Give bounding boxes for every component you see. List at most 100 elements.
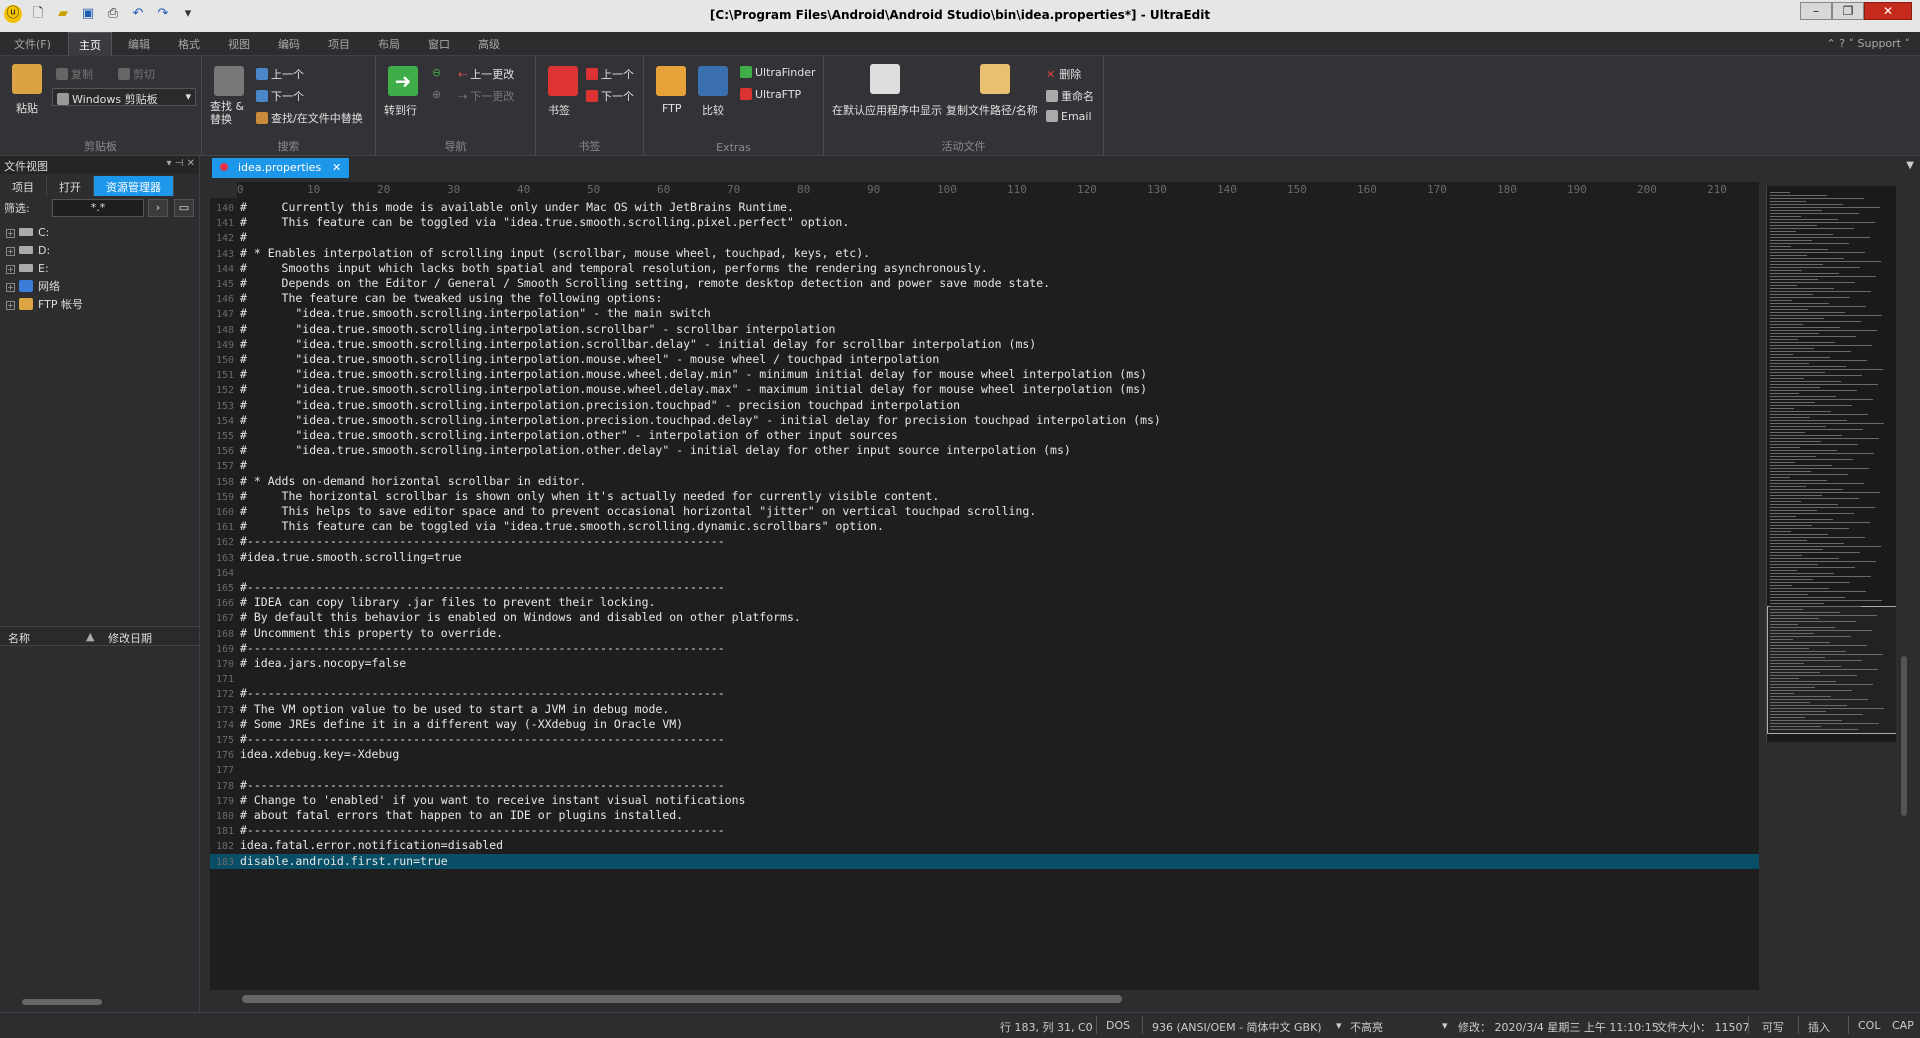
code-line[interactable]: 175 #------------------------------------… [210, 732, 1759, 747]
apply-filter-icon[interactable]: › [148, 199, 168, 217]
tab-window[interactable]: 窗口 [428, 36, 450, 52]
code-line[interactable]: 160 # This helps to save editor space and… [210, 504, 1759, 519]
column-mode[interactable]: COL [1858, 1019, 1880, 1032]
compare-button[interactable]: 比较 [702, 102, 724, 118]
bookmark-next-button[interactable]: 下一个 [586, 88, 634, 104]
code-line[interactable]: 155 # "idea.true.smooth.scrolling.interpo… [210, 428, 1759, 443]
code-line[interactable]: 147 # "idea.true.smooth.scrolling.interpo… [210, 306, 1759, 321]
expand-icon[interactable]: + [6, 301, 15, 310]
expand-icon[interactable]: + [6, 229, 15, 238]
bookmark-button[interactable]: 书签 [548, 102, 570, 118]
tab-advanced[interactable]: 高级 [478, 36, 500, 52]
nav-back-icon[interactable]: ⊖ [432, 66, 441, 79]
nav-forward-icon[interactable]: ⊕ [432, 88, 441, 101]
tab-explorer[interactable]: 资源管理器 [94, 176, 174, 196]
expand-icon[interactable]: + [6, 247, 15, 256]
code-line[interactable]: 171 [210, 671, 1759, 686]
code-line[interactable]: 140 # Currently this mode is available on… [210, 200, 1759, 215]
code-line[interactable]: 158 # * Adds on-demand horizontal scrollb… [210, 474, 1759, 489]
code-line[interactable]: 168 # Uncomment this property to override… [210, 626, 1759, 641]
ultrafinder-button[interactable]: UltraFinder [740, 66, 816, 79]
find-up-button[interactable]: 上一个 [256, 66, 304, 82]
email-button[interactable]: Email [1046, 110, 1092, 123]
code-line[interactable]: 143 # * Enables interpolation of scrollin… [210, 246, 1759, 261]
code-line[interactable]: 164 [210, 565, 1759, 580]
code-line[interactable]: 180 # about fatal errors that happen to a… [210, 808, 1759, 823]
tab-layout[interactable]: 布局 [378, 36, 400, 52]
browse-folder-icon[interactable]: ▭ [174, 199, 194, 217]
tab-edit[interactable]: 编辑 [128, 36, 150, 52]
tab-home[interactable]: 主页 [68, 32, 112, 56]
code-line[interactable]: 144 # Smooths input which lacks both spat… [210, 261, 1759, 276]
tree-node-network[interactable]: + 网络 [6, 278, 193, 296]
expand-icon[interactable]: + [6, 283, 15, 292]
tree-node-c[interactable]: + C: [6, 224, 193, 242]
encoding[interactable]: 936 (ANSI/OEM - 简体中文 GBK) [1152, 1019, 1322, 1035]
clipboard-select[interactable]: Windows 剪贴板 ▾ [52, 88, 196, 106]
column-name[interactable]: 名称 [8, 630, 30, 646]
cut-button[interactable]: 剪切 [118, 66, 155, 82]
doc-tab[interactable]: idea.properties ✕ [212, 158, 350, 178]
chevron-down-icon[interactable]: ▾ [1336, 1019, 1342, 1032]
code-line[interactable]: 161 # This feature can be toggled via "id… [210, 519, 1759, 534]
code-line[interactable]: 181 #------------------------------------… [210, 823, 1759, 838]
prev-change-button[interactable]: ⇠ 上一更改 [458, 66, 514, 82]
code-line[interactable]: 156 # "idea.true.smooth.scrolling.interpo… [210, 443, 1759, 458]
minimap-scrollbar[interactable] [1898, 186, 1910, 990]
code-line[interactable]: 179 # Change to 'enabled' if you want to … [210, 793, 1759, 808]
pin-icon[interactable]: ▾ ⊣ ✕ [167, 158, 195, 169]
scroll-thumb[interactable] [242, 995, 1122, 1003]
code-line[interactable]: 148 # "idea.true.smooth.scrolling.interpo… [210, 322, 1759, 337]
code-line[interactable]: 159 # The horizontal scrollbar is shown o… [210, 489, 1759, 504]
copy-path-button[interactable]: 复制文件路径/名称 [946, 102, 1038, 118]
code-line[interactable]: 145 # Depends on the Editor / General / S… [210, 276, 1759, 291]
ultraftp-button[interactable]: UltraFTP [740, 88, 801, 101]
rename-button[interactable]: 重命名 [1046, 88, 1094, 104]
tab-file[interactable]: 文件(F) [14, 36, 51, 52]
code-line[interactable]: 141 # This feature can be toggled via "id… [210, 215, 1759, 230]
find-down-button[interactable]: 下一个 [256, 88, 304, 104]
support-menu[interactable]: ⌃ ? ˅ Support ˅ [1826, 37, 1910, 50]
scroll-thumb[interactable] [22, 999, 102, 1005]
tab-project[interactable]: 项目 [328, 36, 350, 52]
filter-input[interactable]: *.* [52, 199, 144, 217]
code-line[interactable]: 174 # Some JREs define it in a different … [210, 717, 1759, 732]
code-line[interactable]: 149 # "idea.true.smooth.scrolling.interpo… [210, 337, 1759, 352]
code-line[interactable]: 150 # "idea.true.smooth.scrolling.interpo… [210, 352, 1759, 367]
code-line[interactable]: 151 # "idea.true.smooth.scrolling.interpo… [210, 367, 1759, 382]
insert-mode[interactable]: 插入 [1808, 1019, 1830, 1035]
sidebar-scrollbar[interactable] [4, 996, 196, 1008]
line-ending[interactable]: DOS [1106, 1019, 1130, 1032]
tab-encoding[interactable]: 编码 [278, 36, 300, 52]
ftp-button[interactable]: FTP [662, 102, 682, 115]
maximize-button[interactable]: ❐ [1832, 2, 1864, 20]
minimap[interactable] [1766, 186, 1896, 742]
delete-button[interactable]: ✕ 删除 [1046, 66, 1081, 82]
code-line[interactable]: 170 # idea.jars.nocopy=false [210, 656, 1759, 671]
code-line[interactable]: 162 #------------------------------------… [210, 534, 1759, 549]
code-line[interactable]: 157 # [210, 458, 1759, 473]
code-line[interactable]: 166 # IDEA can copy library .jar files to… [210, 595, 1759, 610]
expand-icon[interactable]: + [6, 265, 15, 274]
goto-line-button[interactable]: 转到行 [384, 102, 417, 118]
code-line[interactable]: 183 disable.android.first.run=true [210, 853, 1759, 869]
paste-button[interactable]: 粘贴 [16, 100, 38, 116]
open-default-app-button[interactable]: 在默认应用程序中显示 [832, 102, 942, 118]
code-line[interactable]: 154 # "idea.true.smooth.scrolling.interpo… [210, 413, 1759, 428]
editor-area[interactable]: 140 # Currently this mode is available on… [210, 198, 1759, 990]
tab-open-files[interactable]: 打开 [47, 176, 94, 196]
close-tab-icon[interactable]: ✕ [332, 161, 341, 174]
chevron-down-icon[interactable]: ▾ [1442, 1019, 1448, 1032]
tree-node-d[interactable]: + D: [6, 242, 193, 260]
column-date[interactable]: 修改日期 [108, 630, 152, 646]
code-line[interactable]: 173 # The VM option value to be used to s… [210, 702, 1759, 717]
minimize-button[interactable]: – [1800, 2, 1832, 20]
tab-view[interactable]: 视图 [228, 36, 250, 52]
code-line[interactable]: 146 # The feature can be tweaked using th… [210, 291, 1759, 306]
close-button[interactable]: ✕ [1864, 2, 1912, 20]
find-in-files-button[interactable]: 查找/在文件中替换 [256, 110, 363, 126]
editor-horizontal-scrollbar[interactable] [212, 992, 1759, 1006]
scroll-thumb[interactable] [1901, 656, 1907, 816]
write-mode[interactable]: 可写 [1762, 1019, 1784, 1035]
code-line[interactable]: 178 #------------------------------------… [210, 778, 1759, 793]
